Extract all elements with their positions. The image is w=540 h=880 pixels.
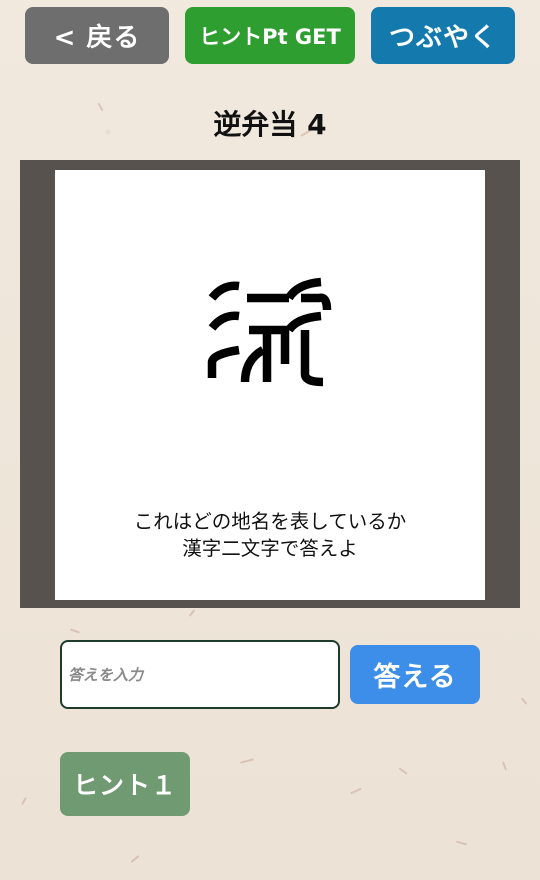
puzzle-card: これはどの地名を表しているか 漢字二文字で答えよ: [55, 170, 485, 600]
paper-fiber: [455, 840, 468, 846]
answer-input[interactable]: [60, 640, 340, 709]
paper-fiber: [130, 855, 140, 863]
paper-fiber: [502, 761, 507, 771]
paper-fiber: [350, 787, 362, 795]
question-line: これはどの地名を表しているか: [133, 510, 407, 533]
paper-fiber: [239, 758, 255, 764]
hint-1-button[interactable]: ヒント１: [60, 752, 190, 816]
puzzle-title: 逆弁当 4: [213, 108, 327, 141]
paper-fiber: [520, 697, 528, 705]
paper-fiber: [398, 767, 408, 775]
paper-fiber: [21, 797, 27, 805]
question-line: 漢字二文字で答えよ: [182, 537, 358, 560]
paper-fiber: [188, 609, 196, 617]
paper-fiber: [69, 628, 81, 634]
question-text: これはどの地名を表しているか 漢字二文字で答えよ: [55, 508, 485, 562]
inverted-kanji-glyph-icon: [207, 277, 332, 387]
back-button[interactable]: < 戻る: [25, 7, 169, 64]
submit-answer-button[interactable]: 答える: [350, 645, 480, 704]
puzzle-frame: これはどの地名を表しているか 漢字二文字で答えよ: [20, 160, 520, 608]
get-hint-points-button[interactable]: ヒントPt GET: [185, 7, 355, 64]
tweet-button[interactable]: つぶやく: [371, 7, 515, 64]
